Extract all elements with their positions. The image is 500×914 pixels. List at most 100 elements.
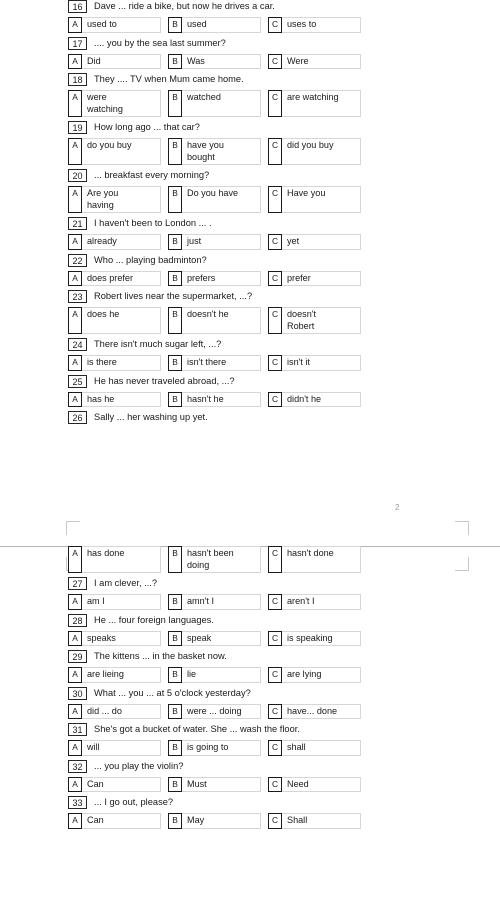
option-row: Aspeaks Bspeak Cis speaking: [68, 630, 458, 646]
option-a-q20[interactable]: A Are you having: [68, 186, 161, 213]
question-number: 27: [68, 577, 87, 590]
option-letter-a: A: [68, 546, 82, 573]
question-header: 22 Who ... playing badminton?: [68, 253, 458, 268]
option-a-q33[interactable]: A Can: [68, 813, 161, 829]
option-c-q30[interactable]: Chave... done: [268, 703, 361, 719]
option-c-q28[interactable]: Cis speaking: [268, 630, 361, 646]
option-c-q19[interactable]: Cdid you buy: [268, 138, 361, 165]
option-a-q18[interactable]: Awere watching: [68, 90, 161, 117]
option-letter-a: A: [68, 234, 82, 250]
option-letter-c: C: [268, 90, 282, 117]
option-row: Aalready Bjust Cyet: [68, 234, 458, 250]
option-b-q23[interactable]: Bdoesn't he: [168, 307, 261, 334]
option-letter-b: B: [168, 307, 182, 334]
question-item: 17.... you by the sea last summer? A Did B W…: [68, 36, 458, 69]
option-a-q26[interactable]: Ahas done: [68, 546, 161, 573]
option-a-q32[interactable]: A Can: [68, 776, 161, 792]
question-number: 29: [68, 650, 87, 663]
option-c-q32[interactable]: C Need: [268, 776, 361, 792]
option-text: Can: [82, 813, 161, 829]
option-c-q20[interactable]: C Have you: [268, 186, 361, 213]
option-c-q31[interactable]: Cshall: [268, 740, 361, 756]
option-a-q30[interactable]: Adid ... do: [68, 703, 161, 719]
option-a-q16[interactable]: Aused to: [68, 17, 161, 33]
option-b-q22[interactable]: Bprefers: [168, 270, 261, 286]
option-letter-a: A: [68, 138, 82, 165]
question-item: 19 How long ago ... that car? Ado you buy B…: [68, 121, 458, 165]
option-c-q27[interactable]: Caren't I: [268, 594, 361, 610]
option-row: Ado you buy Bhave you bought Cdid you buy: [68, 138, 458, 165]
question-number: 30: [68, 686, 87, 700]
option-c-q24[interactable]: Cisn't it: [268, 355, 361, 371]
option-a-q29[interactable]: Aare lieing: [68, 667, 161, 683]
option-text: are watching: [282, 90, 361, 117]
option-letter-a: A: [68, 391, 82, 407]
option-a-q21[interactable]: Aalready: [68, 234, 161, 250]
option-c-q22[interactable]: Cprefer: [268, 270, 361, 286]
option-text: were ... doing: [182, 703, 261, 719]
option-b-q18[interactable]: Bwatched: [168, 90, 261, 117]
option-letter-c: C: [268, 17, 282, 33]
question-header: 33 ... I go out, please?: [68, 796, 458, 810]
option-c-q21[interactable]: Cyet: [268, 234, 361, 250]
option-c-q17[interactable]: C Were: [268, 53, 361, 69]
option-letter-c: C: [268, 776, 282, 792]
option-text: Must: [182, 776, 261, 792]
option-a-q27[interactable]: Aam I: [68, 594, 161, 610]
option-a-q31[interactable]: Awill: [68, 740, 161, 756]
option-b-q26[interactable]: Bhasn't been doing: [168, 546, 261, 573]
option-b-q27[interactable]: Bamn't I: [168, 594, 261, 610]
option-letter-b: B: [168, 234, 182, 250]
option-text: will: [82, 740, 161, 756]
question-number: 23: [68, 290, 87, 303]
question-number: 22: [68, 253, 87, 267]
option-row: A Did B Was C Were: [68, 53, 458, 69]
option-letter-b: B: [168, 355, 182, 371]
option-text: are lieing: [82, 667, 161, 683]
option-text: has he: [82, 391, 161, 407]
option-text: lie: [182, 667, 261, 683]
option-c-q26[interactable]: Chasn't done: [268, 546, 361, 573]
question-header: 29 The kittens ... in the basket now.: [68, 650, 458, 664]
option-a-q28[interactable]: Aspeaks: [68, 630, 161, 646]
option-text: already: [82, 234, 161, 250]
option-b-q33[interactable]: B May: [168, 813, 261, 829]
question-header: 20 ... breakfast every morning?: [68, 169, 458, 183]
option-b-q21[interactable]: Bjust: [168, 234, 261, 250]
option-text: didn't he: [282, 391, 361, 407]
option-b-q19[interactable]: Bhave you bought: [168, 138, 261, 165]
option-c-q18[interactable]: Care watching: [268, 90, 361, 117]
option-b-q30[interactable]: Bwere ... doing: [168, 703, 261, 719]
option-b-q20[interactable]: B Do you have: [168, 186, 261, 213]
page-number: 2: [395, 503, 400, 512]
option-b-q29[interactable]: Blie: [168, 667, 261, 683]
question-header: 32 ... you play the violin?: [68, 759, 458, 774]
option-c-q25[interactable]: Cdidn't he: [268, 391, 361, 407]
option-a-q22[interactable]: Adoes prefer: [68, 270, 161, 286]
question-text: They .... TV when Mum came home.: [94, 74, 244, 84]
option-c-q29[interactable]: Care lying: [268, 667, 361, 683]
option-text: Are you having: [82, 186, 161, 213]
option-text: hasn't he: [182, 391, 261, 407]
option-b-q25[interactable]: Bhasn't he: [168, 391, 261, 407]
option-c-q33[interactable]: C Shall: [268, 813, 361, 829]
option-b-q31[interactable]: Bis going to: [168, 740, 261, 756]
option-a-q17[interactable]: A Did: [68, 53, 161, 69]
question-number: 18: [68, 73, 87, 86]
option-a-q24[interactable]: Ais there: [68, 355, 161, 371]
option-c-q16[interactable]: Cuses to: [268, 17, 361, 33]
option-text: do you buy: [82, 138, 161, 165]
option-row: Aused to Bused Cuses to: [68, 17, 458, 33]
option-letter-c: C: [268, 307, 282, 334]
option-a-q25[interactable]: Ahas he: [68, 391, 161, 407]
option-b-q28[interactable]: Bspeak: [168, 630, 261, 646]
option-c-q23[interactable]: Cdoesn't Robert: [268, 307, 361, 334]
option-a-q19[interactable]: Ado you buy: [68, 138, 161, 165]
option-text: isn't it: [282, 355, 361, 371]
option-b-q17[interactable]: B Was: [168, 53, 261, 69]
option-a-q23[interactable]: Adoes he: [68, 307, 161, 334]
option-b-q16[interactable]: Bused: [168, 17, 261, 33]
option-text: watched: [182, 90, 261, 117]
option-b-q24[interactable]: Bisn't there: [168, 355, 261, 371]
option-b-q32[interactable]: B Must: [168, 776, 261, 792]
